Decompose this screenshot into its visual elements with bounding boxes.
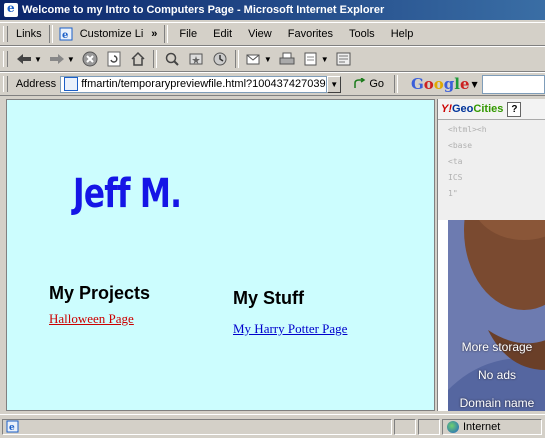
google-toolbar-button[interactable]: Google ▼ xyxy=(411,75,478,93)
address-bar: Address ffmartin/temporarypreviewfile.ht… xyxy=(0,72,545,96)
status-progress-cell xyxy=(394,418,416,435)
edit-dropdown-icon[interactable]: ▼ xyxy=(321,55,329,64)
code-preview: <html><h <base <ta ICS 1" xyxy=(438,120,545,220)
address-label: Address xyxy=(15,78,57,90)
menu-edit[interactable]: Edit xyxy=(205,28,240,40)
promo-banner[interactable]: More storage No ads Domain name xyxy=(448,220,545,411)
edit-icon[interactable] xyxy=(302,50,320,68)
links-menu-bar: Links e Customize Li » File Edit View Fa… xyxy=(0,22,545,46)
status-text-cell: e xyxy=(2,418,392,435)
status-lock-cell xyxy=(418,418,440,435)
page-title: Jeff M. xyxy=(73,171,182,217)
geocities-tab[interactable]: Y! Geo Cities ? xyxy=(438,99,545,120)
zone-label: Internet xyxy=(463,420,501,433)
separator xyxy=(394,75,398,93)
code-line: <base xyxy=(448,141,473,150)
status-bar: e Internet xyxy=(0,414,545,438)
svg-text:e: e xyxy=(9,423,15,433)
halloween-page-link[interactable]: Halloween Page xyxy=(49,311,134,327)
geocities-logo-cities: Cities xyxy=(473,103,504,115)
chevron-overflow-icon[interactable]: » xyxy=(147,28,161,40)
yahoo-logo: Y! xyxy=(441,103,452,115)
menu-file[interactable]: File xyxy=(171,28,205,40)
standard-toolbar: ▼ ▼ ▼ ▼ xyxy=(0,46,545,72)
search-icon[interactable] xyxy=(163,50,181,68)
forward-icon[interactable] xyxy=(48,50,66,68)
code-line: <ta xyxy=(448,157,463,166)
geocities-sidebar: Y! Geo Cities ? <html><h <base <ta ICS 1… xyxy=(437,99,545,411)
address-dropdown-icon[interactable]: ▼ xyxy=(327,75,342,93)
print-icon[interactable] xyxy=(278,50,296,68)
separator xyxy=(234,50,239,68)
stop-icon[interactable] xyxy=(81,50,99,68)
projects-heading: My Projects xyxy=(49,283,151,303)
menu-tools[interactable]: Tools xyxy=(341,28,383,40)
address-url: ffmartin/temporarypreviewfile.html?10043… xyxy=(81,78,328,90)
go-button[interactable]: Go xyxy=(353,78,384,90)
ie-page-icon: e xyxy=(59,25,73,43)
google-search-input[interactable] xyxy=(481,74,545,94)
window-title-bar[interactable]: Welcome to my Intro to Computers Page - … xyxy=(0,0,545,20)
help-button[interactable]: ? xyxy=(507,101,522,117)
back-icon[interactable] xyxy=(15,50,33,68)
stuff-heading: My Stuff xyxy=(233,288,304,308)
google-dropdown-icon[interactable]: ▼ xyxy=(472,79,478,89)
back-dropdown-icon[interactable]: ▼ xyxy=(34,55,42,64)
links-button[interactable]: Links xyxy=(12,28,46,40)
discuss-icon[interactable] xyxy=(335,50,353,68)
address-input[interactable]: ffmartin/temporarypreviewfile.html?10043… xyxy=(60,75,328,93)
menu-favorites[interactable]: Favorites xyxy=(280,28,341,40)
separator xyxy=(48,25,53,43)
svg-text:e: e xyxy=(62,30,68,41)
promo-person-image xyxy=(448,220,545,411)
separator xyxy=(152,50,157,68)
toolbar-grip[interactable] xyxy=(3,26,8,42)
go-label: Go xyxy=(369,78,385,90)
menu-help[interactable]: Help xyxy=(383,28,422,40)
promo-line: More storage xyxy=(461,340,533,354)
security-zone[interactable]: Internet xyxy=(442,418,542,435)
history-icon[interactable] xyxy=(211,50,229,68)
code-line: 1" xyxy=(448,189,458,198)
harry-potter-page-link[interactable]: My Harry Potter Page xyxy=(233,321,347,337)
promo-line: Domain name xyxy=(459,396,535,410)
go-arrow-icon xyxy=(354,78,366,88)
refresh-icon[interactable] xyxy=(105,50,123,68)
forward-dropdown-icon[interactable]: ▼ xyxy=(67,55,75,64)
toolbar-grip[interactable] xyxy=(3,76,8,92)
page-icon xyxy=(64,77,79,91)
internet-globe-icon xyxy=(447,420,459,433)
code-line: ICS xyxy=(448,173,463,182)
mail-icon[interactable] xyxy=(245,50,263,68)
geocities-logo-geo: Geo xyxy=(452,103,474,115)
menu-view[interactable]: View xyxy=(240,28,280,40)
code-line: <html><h xyxy=(448,125,487,134)
mail-dropdown-icon[interactable]: ▼ xyxy=(264,55,272,64)
internet-explorer-icon xyxy=(4,1,18,17)
google-logo: Google xyxy=(410,75,470,93)
promo-line: No ads xyxy=(477,368,517,382)
toolbar-grip[interactable] xyxy=(3,51,8,67)
page-status-icon: e xyxy=(5,420,19,434)
customize-links-button[interactable]: Customize Li xyxy=(76,28,148,40)
separator xyxy=(164,25,169,43)
favorites-icon[interactable] xyxy=(187,50,205,68)
home-icon[interactable] xyxy=(129,50,147,68)
page-viewport[interactable]: Jeff M. My Projects Halloween Page My St… xyxy=(6,99,435,411)
window-title: Welcome to my Intro to Computers Page - … xyxy=(22,4,385,16)
